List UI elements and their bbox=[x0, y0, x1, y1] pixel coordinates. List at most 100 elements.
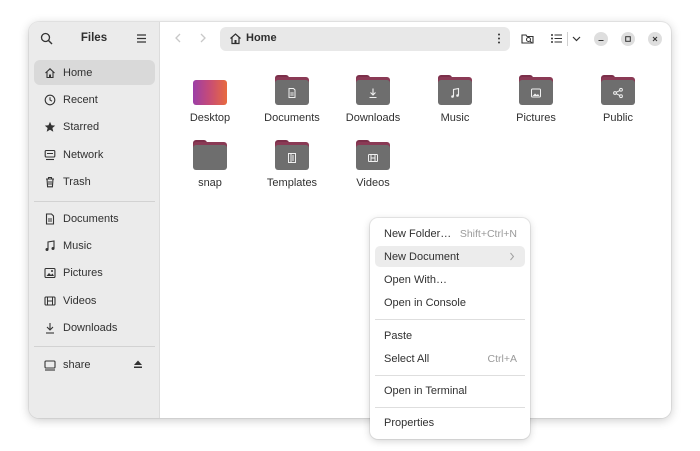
folder-item-public[interactable]: Public bbox=[578, 75, 658, 124]
sidebar-divider bbox=[34, 201, 155, 202]
context-menu: New Folder… Shift+Ctrl+N New Document Op… bbox=[370, 218, 530, 439]
download-icon bbox=[369, 88, 377, 98]
folder-icon bbox=[519, 75, 553, 105]
sidebar-item-trash[interactable]: Trash bbox=[34, 169, 155, 194]
path-bar[interactable]: Home bbox=[220, 27, 510, 51]
sidebar-item-label: Documents bbox=[63, 212, 119, 225]
sidebar-item-label: Downloads bbox=[63, 321, 118, 334]
maximize-icon bbox=[625, 36, 631, 42]
sidebar-item-pictures[interactable]: Pictures bbox=[34, 260, 155, 285]
sidebar-item-network[interactable]: Network bbox=[34, 142, 155, 167]
menu-item-label: Properties bbox=[384, 416, 435, 429]
folder-icon bbox=[601, 75, 635, 105]
folder-icon bbox=[275, 75, 309, 105]
folder-item-videos[interactable]: Videos bbox=[333, 140, 413, 189]
eject-icon[interactable] bbox=[133, 359, 143, 369]
folder-icon bbox=[356, 140, 390, 170]
more-options-icon[interactable] bbox=[497, 32, 501, 45]
sidebar-item-label: Music bbox=[63, 239, 92, 252]
hamburger-menu-icon[interactable] bbox=[135, 32, 148, 45]
folder-label: Public bbox=[603, 112, 633, 124]
drive-icon bbox=[44, 359, 56, 371]
sidebar-header: Files bbox=[29, 22, 159, 56]
menu-item-label: Open in Terminal bbox=[384, 384, 467, 397]
sidebar-item-documents[interactable]: Documents bbox=[34, 206, 155, 231]
menu-item-label: Paste bbox=[384, 329, 413, 342]
folder-label: Videos bbox=[356, 177, 390, 189]
network-icon bbox=[44, 149, 56, 161]
music-note-icon bbox=[44, 239, 56, 252]
folder-item-downloads[interactable]: Downloads bbox=[333, 75, 413, 124]
home-icon bbox=[44, 67, 56, 79]
menu-item-label: Select All bbox=[384, 352, 430, 365]
folder-label: Desktop bbox=[189, 112, 231, 124]
close-icon bbox=[652, 36, 658, 42]
template-icon bbox=[288, 152, 296, 163]
sidebar-item-music[interactable]: Music bbox=[34, 233, 155, 258]
sidebar-item-downloads[interactable]: Downloads bbox=[34, 315, 155, 340]
chevron-down-icon[interactable] bbox=[570, 32, 583, 45]
menu-item-label: Open in Console bbox=[384, 296, 466, 309]
folder-label: Downloads bbox=[345, 112, 401, 124]
menu-item-label: Open With… bbox=[384, 273, 447, 286]
forward-arrow-icon[interactable] bbox=[196, 31, 210, 45]
chevron-right-icon bbox=[510, 252, 515, 261]
folder-item-templates[interactable]: Templates bbox=[252, 140, 332, 189]
menu-item-open-console[interactable]: Open in Console bbox=[375, 292, 525, 313]
menu-item-open-terminal[interactable]: Open in Terminal bbox=[375, 380, 525, 401]
list-view-icon[interactable] bbox=[550, 32, 563, 45]
sidebar: Files Home Recent Starred Network Trash … bbox=[29, 22, 160, 418]
sidebar-divider bbox=[34, 346, 155, 347]
folder-icon bbox=[438, 75, 472, 105]
sidebar-item-label: Trash bbox=[63, 175, 91, 188]
folder-item-pictures[interactable]: Pictures bbox=[496, 75, 576, 124]
document-icon bbox=[288, 87, 296, 98]
folder-item-music[interactable]: Music bbox=[415, 75, 495, 124]
folder-label: snap bbox=[198, 177, 222, 189]
folder-label: Documents bbox=[264, 112, 320, 124]
menu-item-select-all[interactable]: Select All Ctrl+A bbox=[375, 348, 525, 369]
sidebar-item-label: share bbox=[63, 358, 91, 371]
share-icon bbox=[613, 87, 623, 98]
shortcut-label: Ctrl+A bbox=[487, 352, 517, 365]
sidebar-item-label: Videos bbox=[63, 294, 97, 307]
menu-divider bbox=[375, 407, 525, 408]
folder-label: Templates bbox=[266, 177, 318, 189]
sidebar-item-home[interactable]: Home bbox=[34, 60, 155, 85]
sidebar-item-videos[interactable]: Videos bbox=[34, 288, 155, 313]
menu-item-open-with[interactable]: Open With… bbox=[375, 269, 525, 290]
film-icon bbox=[368, 153, 378, 162]
star-icon bbox=[44, 121, 56, 133]
menu-divider bbox=[375, 375, 525, 376]
menu-item-properties[interactable]: Properties bbox=[375, 412, 525, 433]
menu-item-new-folder[interactable]: New Folder… Shift+Ctrl+N bbox=[375, 223, 525, 244]
folder-item-documents[interactable]: Documents bbox=[252, 75, 332, 124]
header-bar: Home bbox=[160, 22, 671, 56]
folder-item-snap[interactable]: snap bbox=[170, 140, 250, 189]
picture-icon bbox=[531, 88, 541, 97]
menu-item-label: New Document bbox=[384, 250, 460, 263]
minimize-icon bbox=[598, 39, 604, 42]
folder-label: Pictures bbox=[516, 112, 556, 124]
sidebar-item-label: Pictures bbox=[63, 266, 103, 279]
minimize-button[interactable] bbox=[594, 32, 608, 46]
folder-item-desktop[interactable]: Desktop bbox=[170, 75, 250, 124]
menu-item-new-document[interactable]: New Document bbox=[375, 246, 525, 267]
folder-icon bbox=[275, 140, 309, 170]
search-folder-icon[interactable] bbox=[521, 32, 534, 45]
sidebar-item-share[interactable]: share bbox=[34, 352, 155, 377]
toolbar-divider bbox=[567, 32, 568, 46]
sidebar-item-recent[interactable]: Recent bbox=[34, 87, 155, 112]
close-button[interactable] bbox=[648, 32, 662, 46]
music-note-icon bbox=[451, 87, 460, 98]
path-current-folder[interactable]: Home bbox=[246, 32, 277, 44]
film-icon bbox=[44, 295, 56, 307]
sidebar-item-label: Starred bbox=[63, 120, 100, 133]
menu-item-paste[interactable]: Paste bbox=[375, 325, 525, 346]
picture-icon bbox=[44, 267, 56, 279]
back-arrow-icon[interactable] bbox=[171, 31, 185, 45]
clock-icon bbox=[44, 94, 56, 106]
sidebar-item-label: Recent bbox=[63, 93, 98, 106]
maximize-button[interactable] bbox=[621, 32, 635, 46]
sidebar-item-starred[interactable]: Starred bbox=[34, 114, 155, 139]
